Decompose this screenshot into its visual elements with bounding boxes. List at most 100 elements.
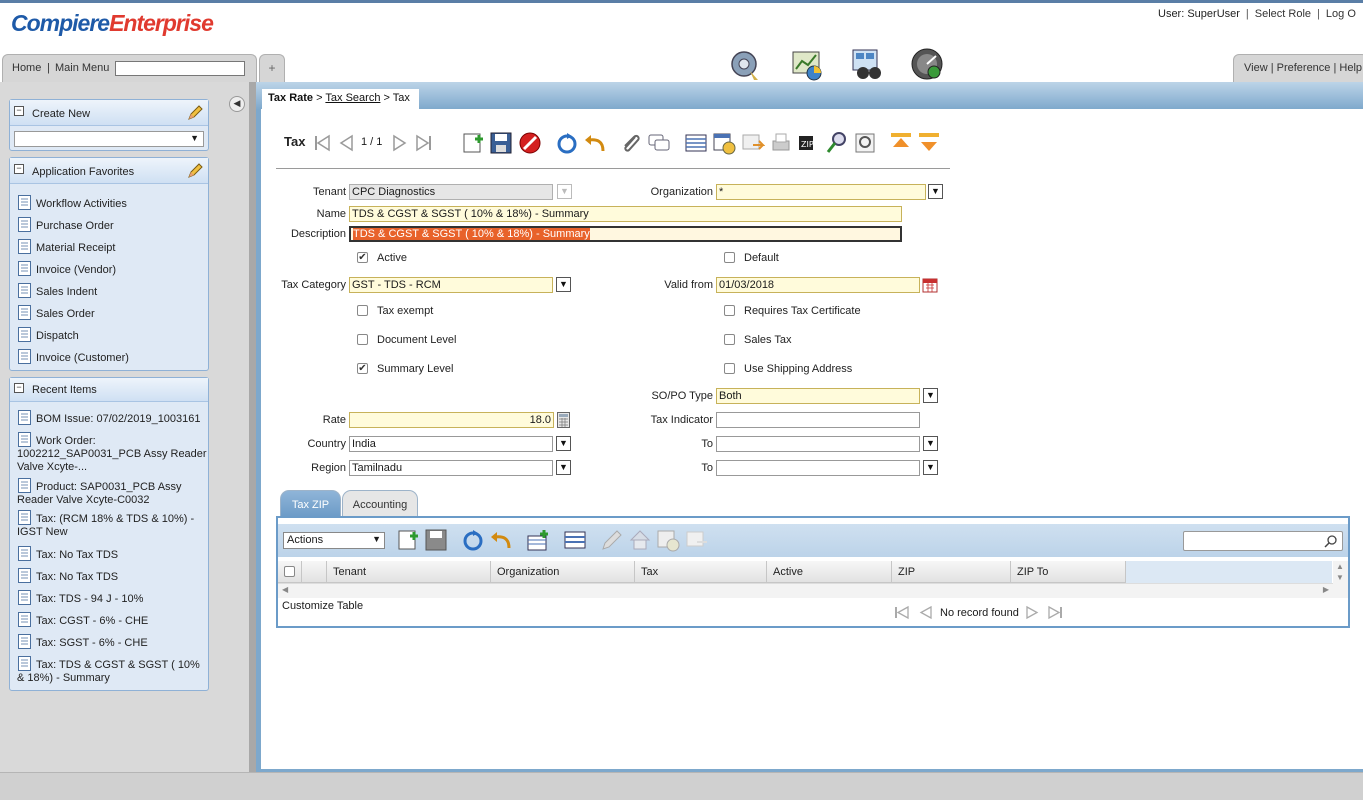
recent-item[interactable]: Tax: No Tax TDS (10, 546, 208, 571)
favorite-item[interactable]: Purchase Order (10, 217, 208, 242)
delete-icon[interactable] (518, 131, 542, 155)
grid-form-toggle-icon[interactable] (563, 528, 587, 552)
recent-item[interactable]: Tax: SGST - 6% - CHE (10, 634, 208, 659)
calendar-icon[interactable] (922, 278, 938, 293)
next-record-icon[interactable] (388, 131, 412, 155)
organization-dropdown-icon[interactable]: ▼ (928, 184, 943, 199)
first-record-icon[interactable] (310, 131, 334, 155)
grid-add-row-icon[interactable] (526, 528, 550, 552)
favorite-item[interactable]: Sales Indent (10, 283, 208, 308)
collapse-sidebar-icon[interactable]: ◀ (229, 96, 245, 112)
save-icon[interactable] (489, 131, 513, 155)
grid-next-page-icon[interactable] (1024, 604, 1041, 621)
sopo-type-dropdown-icon[interactable]: ▼ (923, 388, 938, 403)
grid-first-page-icon[interactable] (893, 604, 910, 621)
tax-category-field[interactable]: GST - TDS - RCM (349, 277, 553, 293)
column-header-tax[interactable]: Tax (635, 561, 767, 583)
print-icon[interactable] (769, 131, 793, 155)
grid-history-icon[interactable] (656, 528, 680, 552)
scroll-up-icon[interactable]: ▲ (1336, 562, 1344, 571)
sopo-type-field[interactable]: Both (716, 388, 920, 404)
active-checkbox[interactable]: ✔ (357, 252, 368, 263)
history-calendar-icon[interactable] (712, 131, 736, 155)
find-icon[interactable] (853, 131, 877, 155)
grid-undo-icon[interactable] (489, 528, 513, 552)
grid-new-record-icon[interactable] (396, 528, 420, 552)
refresh-icon[interactable] (555, 131, 579, 155)
last-record-icon[interactable] (412, 131, 436, 155)
favorite-item[interactable]: Dispatch (10, 327, 208, 352)
recent-item[interactable]: Work Order: 1002212_SAP0031_PCB Assy Rea… (10, 432, 208, 481)
country-field[interactable]: India (349, 436, 553, 452)
recent-item[interactable]: Product: SAP0031_PCB Assy Reader Valve X… (10, 478, 208, 513)
tenant-field[interactable]: CPC Diagnostics (349, 184, 553, 200)
customize-table-link[interactable]: Customize Table (282, 600, 363, 612)
grid-toggle-icon[interactable] (684, 131, 708, 155)
tax-category-dropdown-icon[interactable]: ▼ (556, 277, 571, 292)
grid-zoom-icon[interactable] (685, 528, 709, 552)
tax-indicator-field[interactable] (716, 412, 920, 428)
lookup-arrow-icon[interactable] (825, 131, 849, 155)
to-region-dropdown-icon[interactable]: ▼ (923, 460, 938, 475)
region-dropdown-icon[interactable]: ▼ (556, 460, 571, 475)
name-field[interactable]: TDS & CGST & SGST ( 10% & 18%) - Summary (349, 206, 902, 222)
undo-icon[interactable] (583, 131, 607, 155)
select-all-checkbox[interactable] (284, 566, 295, 577)
detail-record-icon[interactable] (917, 131, 941, 155)
previous-record-icon[interactable] (334, 131, 358, 155)
valid-from-field[interactable]: 01/03/2018 (716, 277, 920, 293)
grid-last-page-icon[interactable] (1047, 604, 1064, 621)
scroll-left-icon[interactable]: ◀ (282, 585, 288, 594)
recent-item[interactable]: BOM Issue: 07/02/2019_1003161 (10, 410, 208, 435)
view-preference-help-tab[interactable]: View | Preference | Help (1233, 54, 1363, 82)
description-field[interactable]: TDS & CGST & SGST ( 10% & 18%) - Summary (349, 226, 902, 242)
new-tab-button[interactable]: + (259, 54, 285, 82)
column-header-zip[interactable]: ZIP (892, 561, 1011, 583)
grid-edit-icon[interactable] (600, 528, 624, 552)
tab-accounting[interactable]: Accounting (342, 490, 418, 517)
column-header-active[interactable]: Active (767, 561, 892, 583)
scroll-right-icon[interactable]: ▶ (1323, 585, 1329, 594)
favorite-item[interactable]: Material Receipt (10, 239, 208, 264)
edit-pencil-icon[interactable] (186, 162, 204, 180)
tax-exempt-checkbox[interactable] (357, 305, 368, 316)
create-new-select[interactable]: ▼ (14, 131, 204, 147)
favorite-item[interactable]: Workflow Activities (10, 195, 208, 220)
calculator-icon[interactable] (557, 412, 570, 428)
rate-field[interactable]: 18.0 (349, 412, 554, 428)
summary-level-checkbox[interactable]: ✔ (357, 363, 368, 374)
favorite-item[interactable]: Invoice (Vendor) (10, 261, 208, 286)
recent-item[interactable]: Tax: No Tax TDS (10, 568, 208, 593)
grid-save-icon[interactable] (424, 528, 448, 552)
to-country-dropdown-icon[interactable]: ▼ (923, 436, 938, 451)
gauge-icon[interactable] (910, 47, 944, 81)
organization-field[interactable]: * (716, 184, 926, 200)
sales-tax-checkbox[interactable] (724, 334, 735, 345)
parent-record-icon[interactable] (889, 131, 913, 155)
column-header-zip-to[interactable]: ZIP To (1011, 561, 1126, 583)
home-link[interactable]: Home (12, 62, 41, 74)
favorite-item[interactable]: Invoice (Customer) (10, 349, 208, 374)
collapse-toggle-icon[interactable]: − (14, 164, 24, 174)
grid-refresh-icon[interactable] (461, 528, 485, 552)
recent-item[interactable]: Tax: (RCM 18% & TDS & 10%) - IGST New (10, 510, 208, 549)
favorite-item[interactable]: Sales Order (10, 305, 208, 330)
country-dropdown-icon[interactable]: ▼ (556, 436, 571, 451)
archive-zip-icon[interactable]: ZIP (795, 131, 819, 155)
column-header-organization[interactable]: Organization (491, 561, 635, 583)
recent-item[interactable]: Tax: TDS & CGST & SGST ( 10% & 18%) - Su… (10, 656, 208, 685)
grid-search-input[interactable] (1183, 531, 1343, 551)
workflow-gear-icon[interactable] (728, 47, 762, 81)
collapse-toggle-icon[interactable]: − (14, 106, 24, 116)
grid-previous-page-icon[interactable] (917, 604, 934, 621)
horizontal-scrollbar[interactable]: ◀ ▶ (278, 583, 1333, 598)
main-menu-link[interactable]: Main Menu (55, 62, 109, 74)
breadcrumb-tax-rate[interactable]: Tax Rate (268, 92, 313, 104)
document-level-checkbox[interactable] (357, 334, 368, 345)
vertical-scrollbar[interactable]: ▲ ▼ (1333, 561, 1348, 598)
binoculars-icon[interactable] (850, 47, 884, 81)
logout-link[interactable]: Log O (1326, 8, 1356, 20)
zoom-across-icon[interactable] (741, 131, 765, 155)
tab-tax-zip[interactable]: Tax ZIP (280, 490, 341, 517)
grid-parent-icon[interactable] (628, 528, 652, 552)
